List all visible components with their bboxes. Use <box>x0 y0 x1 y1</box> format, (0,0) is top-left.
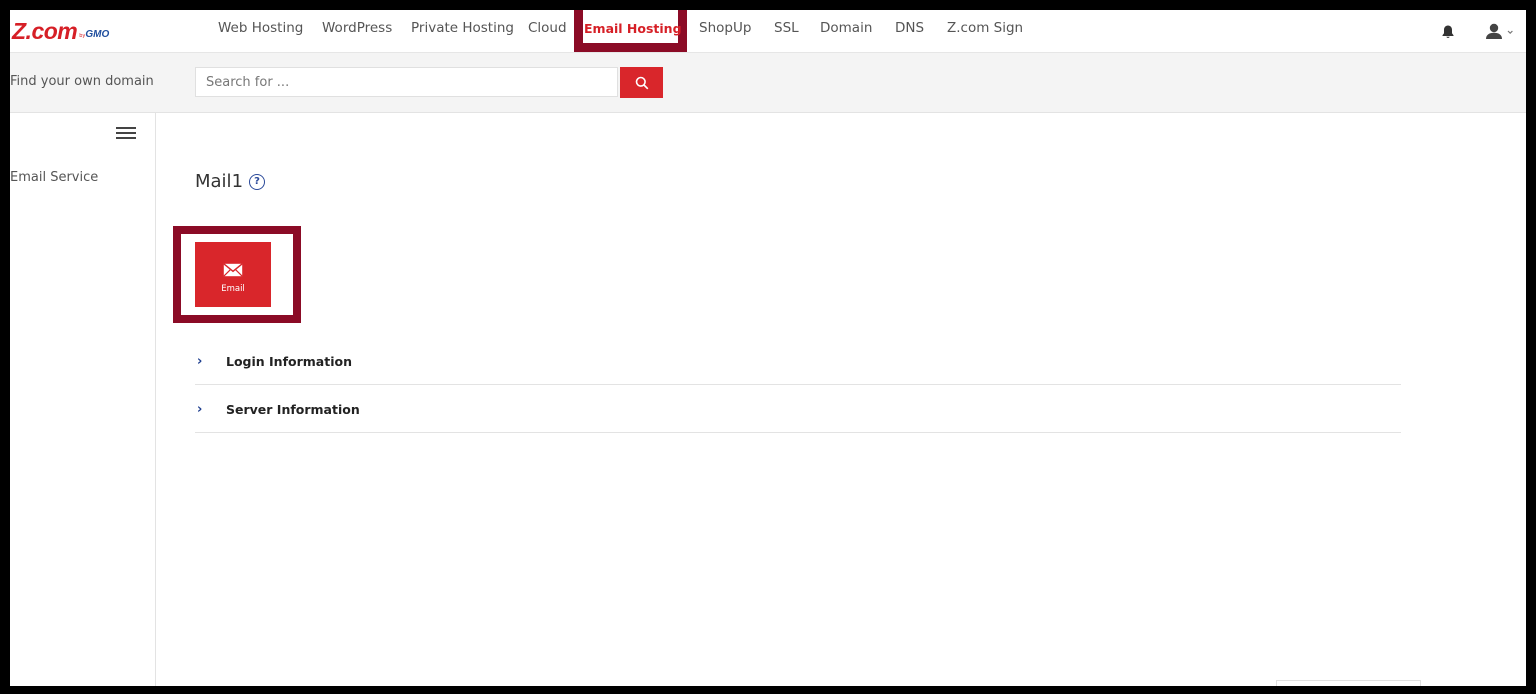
nav-item-email-hosting-label: Email Hosting <box>583 10 682 43</box>
find-domain-label: Find your own domain <box>10 74 154 89</box>
domain-search-bar: Find your own domain <box>10 53 1526 113</box>
chevron-right-icon: › <box>197 402 203 417</box>
domain-search-input[interactable] <box>195 67 618 97</box>
page-title: Mail1 ? <box>195 171 266 192</box>
nav-item-domain[interactable]: Domain <box>820 10 872 52</box>
zcom-logo[interactable]: Z.com by GMO <box>12 17 109 43</box>
nav-item-ssl[interactable]: SSL <box>774 10 799 52</box>
accordion-label: Server Information <box>226 402 360 417</box>
app-window: Z.com by GMO Web Hosting WordPress Priva… <box>10 10 1526 686</box>
sidebar: Email Service <box>10 113 156 686</box>
search-button[interactable] <box>620 67 663 98</box>
search-icon <box>635 76 648 89</box>
accordion-login-information[interactable]: › Login Information <box>195 337 1401 385</box>
nav-item-wordpress[interactable]: WordPress <box>322 10 392 52</box>
email-tile-button[interactable]: Email <box>195 242 271 307</box>
top-navbar: Z.com by GMO Web Hosting WordPress Priva… <box>10 10 1526 53</box>
nav-item-dns[interactable]: DNS <box>895 10 924 52</box>
email-tile-label: Email <box>221 284 245 294</box>
hamburger-icon[interactable] <box>116 127 136 143</box>
page-title-text: Mail1 <box>195 171 244 192</box>
accordion-server-information[interactable]: › Server Information <box>195 385 1401 433</box>
bell-icon[interactable] <box>1440 24 1456 40</box>
footer-widget <box>1276 680 1421 686</box>
chevron-right-icon: › <box>197 354 203 369</box>
nav-item-private-hosting[interactable]: Private Hosting <box>411 10 514 52</box>
nav-item-shopup[interactable]: ShopUp <box>699 10 751 52</box>
nav-item-zcom-sign[interactable]: Z.com Sign <box>947 10 1023 52</box>
logo-text: Z.com <box>12 18 78 44</box>
nav-item-web-hosting[interactable]: Web Hosting <box>218 10 303 52</box>
accordion-label: Login Information <box>226 354 352 369</box>
user-icon[interactable] <box>1485 22 1517 42</box>
envelope-icon <box>223 263 243 277</box>
help-icon[interactable]: ? <box>249 173 266 190</box>
nav-item-cloud[interactable]: Cloud <box>528 10 567 52</box>
logo-gmo: GMO <box>85 29 110 40</box>
nav-item-email-hosting[interactable]: Email Hosting <box>574 10 687 52</box>
sidebar-item-email-service[interactable]: Email Service <box>10 170 98 185</box>
tile-highlight: Email <box>173 226 301 323</box>
